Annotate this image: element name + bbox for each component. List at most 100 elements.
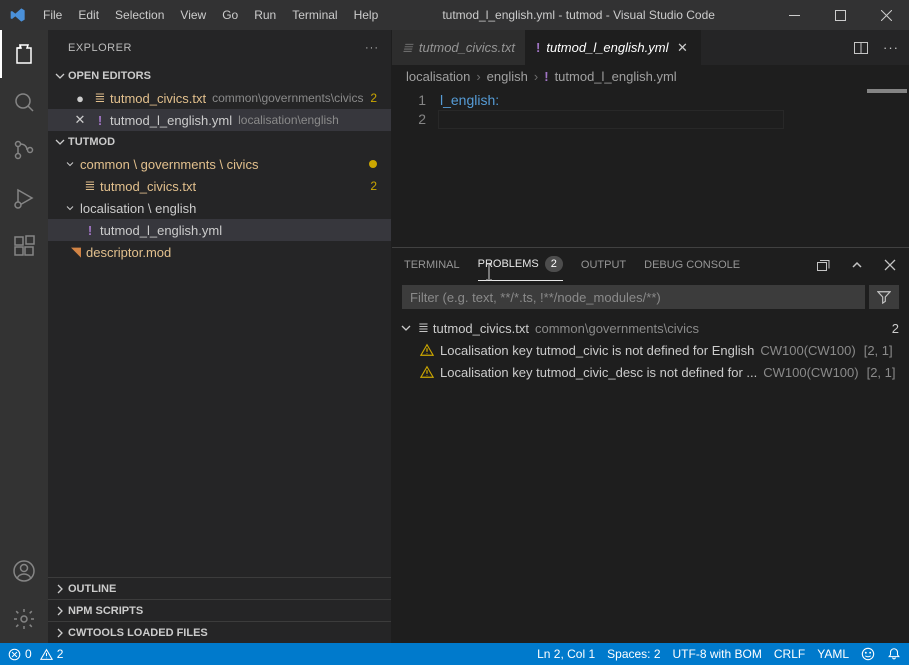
folder-section[interactable]: TUTMOD (48, 131, 391, 153)
panel-tab-problems[interactable]: PROBLEMS 2 (478, 248, 563, 281)
close-icon[interactable]: ✕ (70, 112, 90, 128)
line-number: 1 (392, 91, 426, 110)
panel-close-icon[interactable] (883, 258, 897, 272)
settings-gear-icon[interactable] (0, 595, 48, 643)
window-title: tutmod_l_english.yml - tutmod - Visual S… (386, 8, 771, 22)
problems-file-row[interactable]: ≣ tutmod_civics.txt common\governments\c… (392, 317, 909, 339)
cwtools-label: CWTOOLS LOADED FILES (68, 627, 208, 639)
menu-view[interactable]: View (172, 8, 214, 22)
breadcrumb-item[interactable]: english (487, 69, 528, 84)
breadcrumb-item[interactable]: localisation (406, 69, 470, 84)
tree-file[interactable]: ! tutmod_l_english.yml (48, 219, 391, 241)
chevron-down-icon (60, 158, 80, 170)
status-spaces[interactable]: Spaces: 2 (607, 647, 660, 661)
problems-count-badge: 2 (545, 256, 563, 272)
tree-file[interactable]: ≣ tutmod_civics.txt 2 (48, 175, 391, 197)
npm-scripts-section[interactable]: NPM SCRIPTS (48, 599, 391, 621)
problems-filter-input[interactable] (402, 285, 865, 309)
editor-more-icon[interactable]: ··· (883, 40, 899, 55)
status-encoding[interactable]: UTF-8 with BOM (673, 647, 762, 661)
breadcrumb[interactable]: localisation › english › ! tutmod_l_engl… (392, 65, 909, 87)
file-bang-icon: ! (90, 113, 110, 128)
close-button[interactable] (863, 0, 909, 30)
menu-help[interactable]: Help (346, 8, 387, 22)
problems-file-count: 2 (892, 321, 899, 336)
menu-file[interactable]: File (35, 8, 70, 22)
menu-run[interactable]: Run (246, 8, 284, 22)
open-editors-section[interactable]: OPEN EDITORS (48, 65, 391, 87)
panel-tab-debug[interactable]: DEBUG CONSOLE (644, 248, 740, 281)
status-language[interactable]: YAML (817, 647, 849, 661)
open-editor-filename: tutmod_l_english.yml (110, 113, 232, 128)
explorer-icon[interactable] (0, 30, 48, 78)
title-bar: File Edit Selection View Go Run Terminal… (0, 0, 909, 30)
editor-tab[interactable]: ≣ tutmod_civics.txt (392, 30, 526, 65)
problems-file-path: common\governments\civics (535, 321, 699, 336)
file-lines-icon: ≣ (418, 320, 429, 336)
cwtools-section[interactable]: CWTOOLS LOADED FILES (48, 621, 391, 643)
menu-go[interactable]: Go (214, 8, 246, 22)
editor-tab[interactable]: ! tutmod_l_english.yml ✕ (526, 30, 701, 65)
feedback-icon[interactable] (861, 647, 875, 661)
menu-edit[interactable]: Edit (70, 8, 107, 22)
tree-folder[interactable]: localisation \ english (48, 197, 391, 219)
problem-item[interactable]: Localisation key tutmod_civic_desc is no… (392, 361, 909, 383)
source-control-icon[interactable] (0, 126, 48, 174)
problems-file-name: tutmod_civics.txt (433, 321, 529, 336)
run-debug-icon[interactable] (0, 174, 48, 222)
open-editor-path: localisation\english (238, 113, 339, 127)
vscode-logo (0, 7, 35, 23)
split-editor-icon[interactable] (853, 40, 869, 56)
explorer-more-icon[interactable]: ··· (365, 42, 379, 54)
notifications-icon[interactable] (887, 647, 901, 661)
panel-maximize-icon[interactable] (849, 257, 865, 273)
tree-file[interactable]: ◥ descriptor.mod (48, 241, 391, 263)
status-ln-col[interactable]: Ln 2, Col 1 (537, 647, 595, 661)
tree-folder[interactable]: common \ governments \ civics (48, 153, 391, 175)
tab-label: tutmod_l_english.yml (546, 40, 668, 55)
status-eol[interactable]: CRLF (774, 647, 805, 661)
panel-tab-terminal[interactable]: TERMINAL (404, 248, 460, 281)
chevron-down-icon (60, 202, 80, 214)
problem-count-badge: 2 (370, 91, 381, 105)
breadcrumb-item[interactable]: tutmod_l_english.yml (555, 69, 677, 84)
code-editor[interactable]: 1 2 l_english: (392, 87, 909, 247)
tree-file-label: tutmod_civics.txt (100, 179, 196, 194)
file-bang-icon: ! (536, 40, 540, 55)
tree-folder-label: localisation \ english (80, 201, 196, 216)
panel-tab-label: PROBLEMS (478, 258, 539, 270)
problem-item[interactable]: Localisation key tutmod_civic is not def… (392, 339, 909, 361)
problem-position: [2, 1] (864, 343, 893, 358)
status-warnings-count: 2 (57, 647, 64, 661)
maximize-button[interactable] (817, 0, 863, 30)
explorer-title: EXPLORER (68, 42, 132, 54)
code-token: l_english: (440, 92, 499, 108)
status-warnings[interactable]: 2 (40, 647, 64, 661)
status-bar: 0 2 Ln 2, Col 1 Spaces: 2 UTF-8 with BOM… (0, 643, 909, 665)
tree-file-label: descriptor.mod (86, 245, 171, 260)
status-errors[interactable]: 0 (8, 647, 32, 661)
search-icon[interactable] (0, 78, 48, 126)
extensions-icon[interactable] (0, 222, 48, 270)
menu-selection[interactable]: Selection (107, 8, 172, 22)
menu-bar: File Edit Selection View Go Run Terminal… (35, 8, 386, 22)
open-editor-item[interactable]: ✕ ! tutmod_l_english.yml localisation\en… (48, 109, 391, 131)
menu-terminal[interactable]: Terminal (284, 8, 345, 22)
accounts-icon[interactable] (0, 547, 48, 595)
filter-icon[interactable] (869, 285, 899, 309)
panel-tab-output[interactable]: OUTPUT (581, 248, 626, 281)
collapse-all-icon[interactable] (815, 257, 831, 273)
npm-scripts-label: NPM SCRIPTS (68, 605, 143, 617)
file-lines-icon: ≣ (402, 40, 413, 56)
explorer-sidebar: EXPLORER ··· OPEN EDITORS ● ≣ tutmod_civ… (48, 30, 392, 643)
open-editor-item[interactable]: ● ≣ tutmod_civics.txt common\governments… (48, 87, 391, 109)
minimap[interactable] (849, 87, 909, 247)
outline-section[interactable]: OUTLINE (48, 577, 391, 599)
file-bang-icon: ! (544, 69, 548, 84)
minimize-button[interactable] (771, 0, 817, 30)
close-icon[interactable]: ✕ (674, 40, 690, 56)
outline-label: OUTLINE (68, 583, 116, 595)
file-bang-icon: ! (80, 223, 100, 238)
editor-tabs: ≣ tutmod_civics.txt ! tutmod_l_english.y… (392, 30, 909, 65)
folder-title: TUTMOD (68, 136, 115, 148)
